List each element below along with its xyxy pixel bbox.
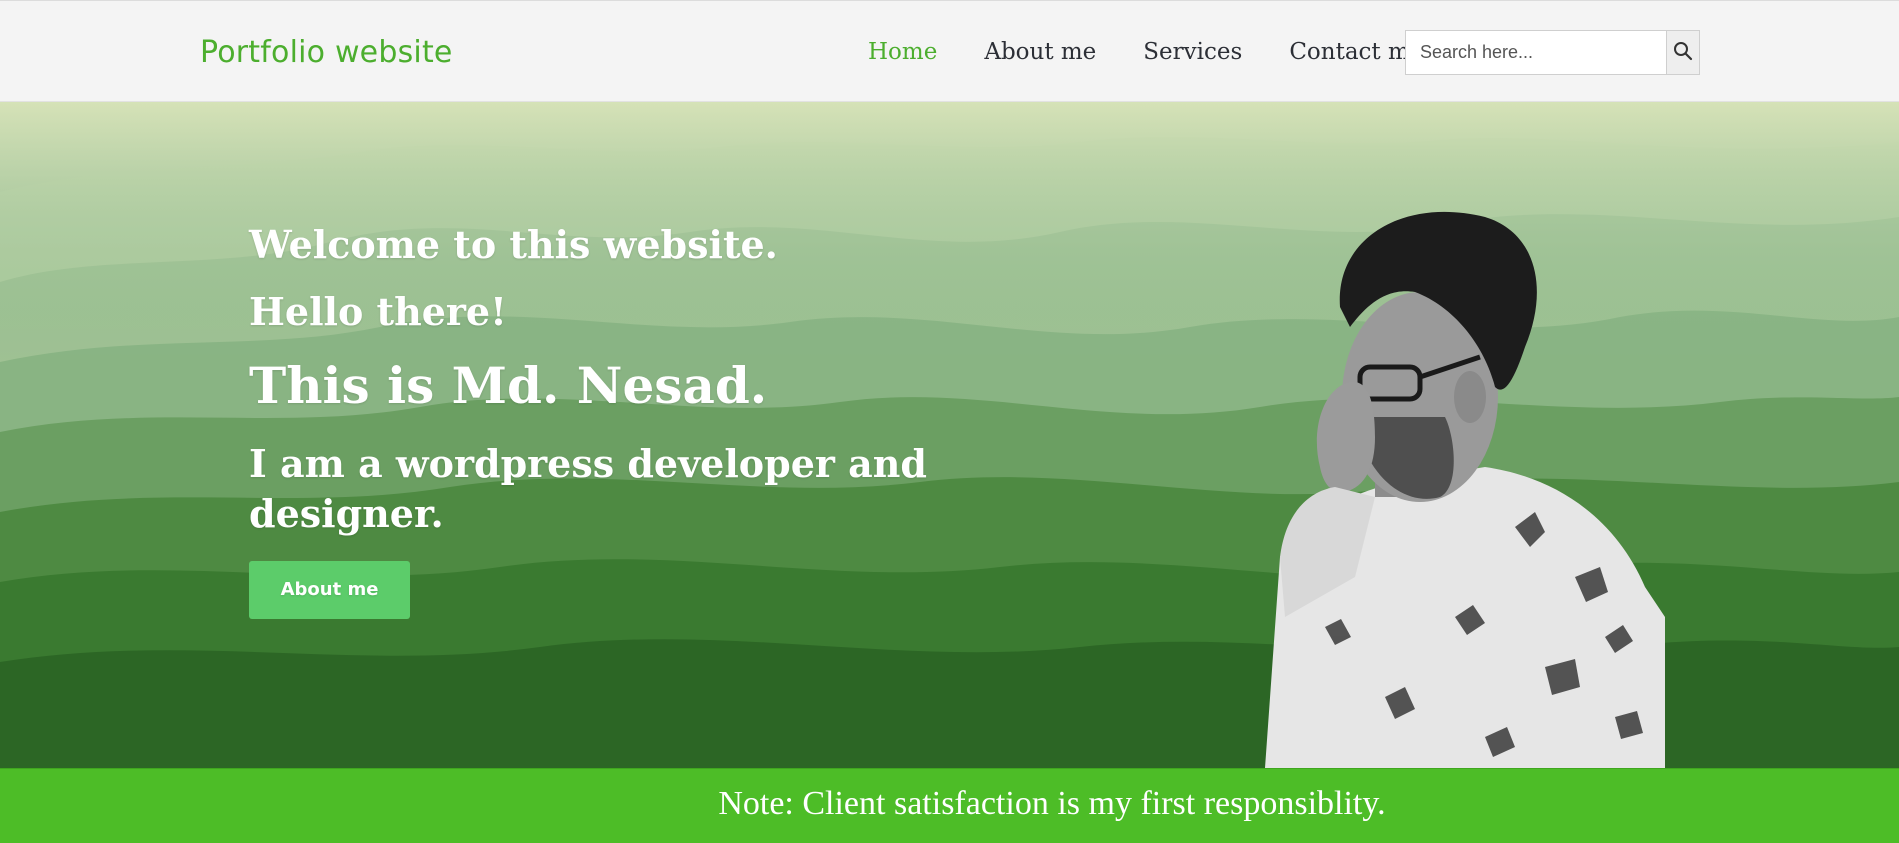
site-logo[interactable]: Portfolio website (200, 35, 453, 70)
search-form (1405, 30, 1700, 75)
profile-photo (1265, 211, 1665, 768)
hero-welcome-heading: Welcome to this website. (249, 222, 778, 267)
search-icon (1673, 41, 1693, 65)
hero-hello-heading: Hello there! (249, 289, 507, 334)
nav-item-home[interactable]: Home (868, 39, 937, 65)
hero-name-heading: This is Md. Nesad. (249, 356, 768, 415)
search-button[interactable] (1666, 31, 1699, 74)
hero-section: Welcome to this website. Hello there! Th… (0, 102, 1899, 768)
hero-role-heading: I am a wordpress developer and designer. (249, 441, 927, 536)
main-nav: Home About me Services Contact me (868, 39, 1470, 65)
about-me-button[interactable]: About me (249, 561, 410, 619)
nav-item-contact[interactable]: Contact me (1289, 39, 1423, 65)
search-input[interactable] (1406, 31, 1666, 74)
nav-item-about[interactable]: About me (984, 39, 1096, 65)
site-header: Portfolio website Home About me Services… (0, 0, 1899, 102)
hero-text-block: Welcome to this website. Hello there! Th… (249, 222, 969, 619)
nav-item-services[interactable]: Services (1143, 39, 1242, 65)
note-banner: Note: Client satisfaction is my first re… (0, 768, 1899, 843)
